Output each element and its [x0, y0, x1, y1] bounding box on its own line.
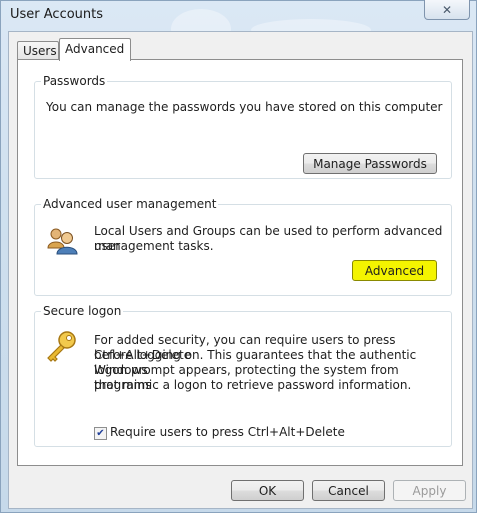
require-ctrl-alt-delete-checkbox[interactable]: ✔	[94, 427, 107, 440]
secure-logon-group: Secure logon For added security, you can…	[34, 304, 452, 447]
advanced-button[interactable]: Advanced	[352, 260, 437, 281]
secure-logon-title: Secure logon	[41, 304, 124, 318]
tab-users[interactable]: Users	[17, 41, 59, 60]
advanced-user-management-group: Advanced user management Local Users and…	[34, 197, 452, 296]
advanced-user-management-title: Advanced user management	[41, 197, 219, 211]
secure-logon-description-line4: that mimic a logon to retrieve password …	[94, 378, 412, 392]
user-accounts-window: User Accounts ✕ Users Advanced Passwords…	[0, 0, 477, 513]
cancel-button[interactable]: Cancel	[312, 480, 385, 501]
require-ctrl-alt-delete-label[interactable]: Require users to press Ctrl+Alt+Delete	[110, 425, 345, 440]
checkmark-icon: ✔	[96, 427, 105, 439]
manage-passwords-button[interactable]: Manage Passwords	[303, 153, 437, 174]
passwords-group: Passwords You can manage the passwords y…	[34, 74, 452, 179]
tab-panel-advanced: Passwords You can manage the passwords y…	[17, 59, 463, 466]
advanced-management-description-line2: management tasks.	[94, 239, 214, 253]
passwords-group-title: Passwords	[41, 74, 108, 88]
users-group-icon	[46, 226, 78, 259]
dialog-client-area: Users Advanced Passwords You can manage …	[8, 31, 473, 509]
window-title: User Accounts	[10, 7, 104, 22]
close-button[interactable]: ✕	[424, 0, 470, 20]
tab-advanced[interactable]: Advanced	[59, 38, 131, 61]
apply-button[interactable]: Apply	[393, 480, 466, 501]
close-icon: ✕	[441, 2, 453, 17]
key-icon	[44, 330, 78, 367]
passwords-description: You can manage the passwords you have st…	[46, 100, 443, 114]
ok-button[interactable]: OK	[231, 480, 304, 501]
